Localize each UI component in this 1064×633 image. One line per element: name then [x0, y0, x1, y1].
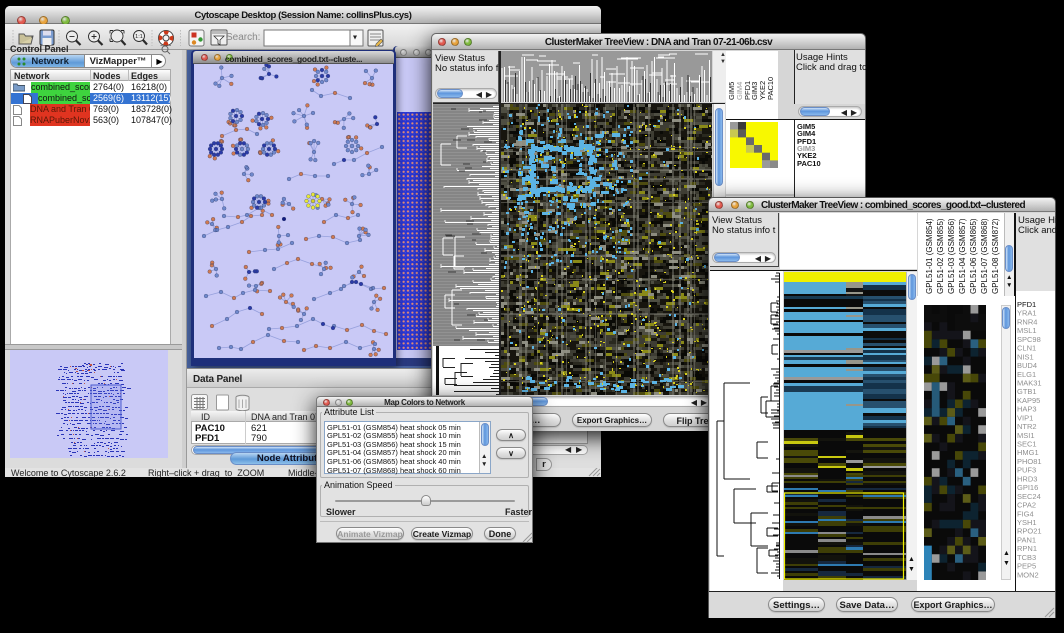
svg-text:GPL51-03 (GSM856): GPL51-03 (GSM856)	[947, 218, 956, 294]
svg-text:ELG1: ELG1	[1017, 370, 1036, 379]
svg-text:CPA2: CPA2	[1017, 501, 1036, 510]
svg-text:MON2: MON2	[1017, 570, 1039, 579]
svg-text:SEC1: SEC1	[1017, 440, 1037, 449]
svg-text:HAP3: HAP3	[1017, 405, 1037, 414]
svg-text:PHO81: PHO81	[1017, 457, 1042, 466]
svg-text:GPL51-06 (GSM865): GPL51-06 (GSM865)	[969, 218, 978, 294]
svg-text:GPL51-08 (GSM872): GPL51-08 (GSM872)	[991, 218, 1000, 294]
svg-text:RPN1: RPN1	[1017, 544, 1037, 553]
svg-text:NTR2: NTR2	[1017, 422, 1037, 431]
svg-text:Search:: Search:	[226, 32, 260, 43]
svg-text:VIP1: VIP1	[1017, 413, 1033, 422]
svg-text:GPI16: GPI16	[1017, 483, 1038, 492]
svg-text:MSL1: MSL1	[1017, 326, 1037, 335]
svg-text:PAC10: PAC10	[766, 77, 775, 100]
svg-text:PUF3: PUF3	[1017, 466, 1036, 475]
svg-text:SEC24: SEC24	[1017, 492, 1041, 501]
svg-text:HMG1: HMG1	[1017, 448, 1039, 457]
svg-text:FIG4: FIG4	[1017, 509, 1034, 518]
svg-text:GPL51-02 (GSM855): GPL51-02 (GSM855)	[936, 218, 945, 294]
svg-text:GTB1: GTB1	[1017, 387, 1037, 396]
svg-text:RPO21: RPO21	[1017, 527, 1042, 536]
svg-text:1:1: 1:1	[135, 34, 143, 40]
svg-text:MAK31: MAK31	[1017, 379, 1042, 388]
svg-text:TCB3: TCB3	[1017, 553, 1036, 562]
svg-text:GPL51-07 (GSM868): GPL51-07 (GSM868)	[980, 218, 989, 294]
svg-text:SPC98: SPC98	[1017, 335, 1041, 344]
svg-text:KAP95: KAP95	[1017, 396, 1040, 405]
svg-text:YSH1: YSH1	[1017, 518, 1037, 527]
svg-text:NIS1: NIS1	[1017, 352, 1034, 361]
svg-text:CLN1: CLN1	[1017, 344, 1036, 353]
svg-text:RNR4: RNR4	[1017, 317, 1037, 326]
svg-text:HRD3: HRD3	[1017, 474, 1037, 483]
svg-text:GPL51-01 (GSM854): GPL51-01 (GSM854)	[925, 218, 934, 294]
svg-text:PFD1: PFD1	[1017, 300, 1036, 309]
svg-text:YRA1: YRA1	[1017, 309, 1037, 318]
svg-text:GPL51-04 (GSM857): GPL51-04 (GSM857)	[958, 218, 967, 294]
svg-text:MSI1: MSI1	[1017, 431, 1035, 440]
svg-text:PAN1: PAN1	[1017, 535, 1036, 544]
svg-text:PEP5: PEP5	[1017, 562, 1036, 571]
svg-text:BUD4: BUD4	[1017, 361, 1037, 370]
